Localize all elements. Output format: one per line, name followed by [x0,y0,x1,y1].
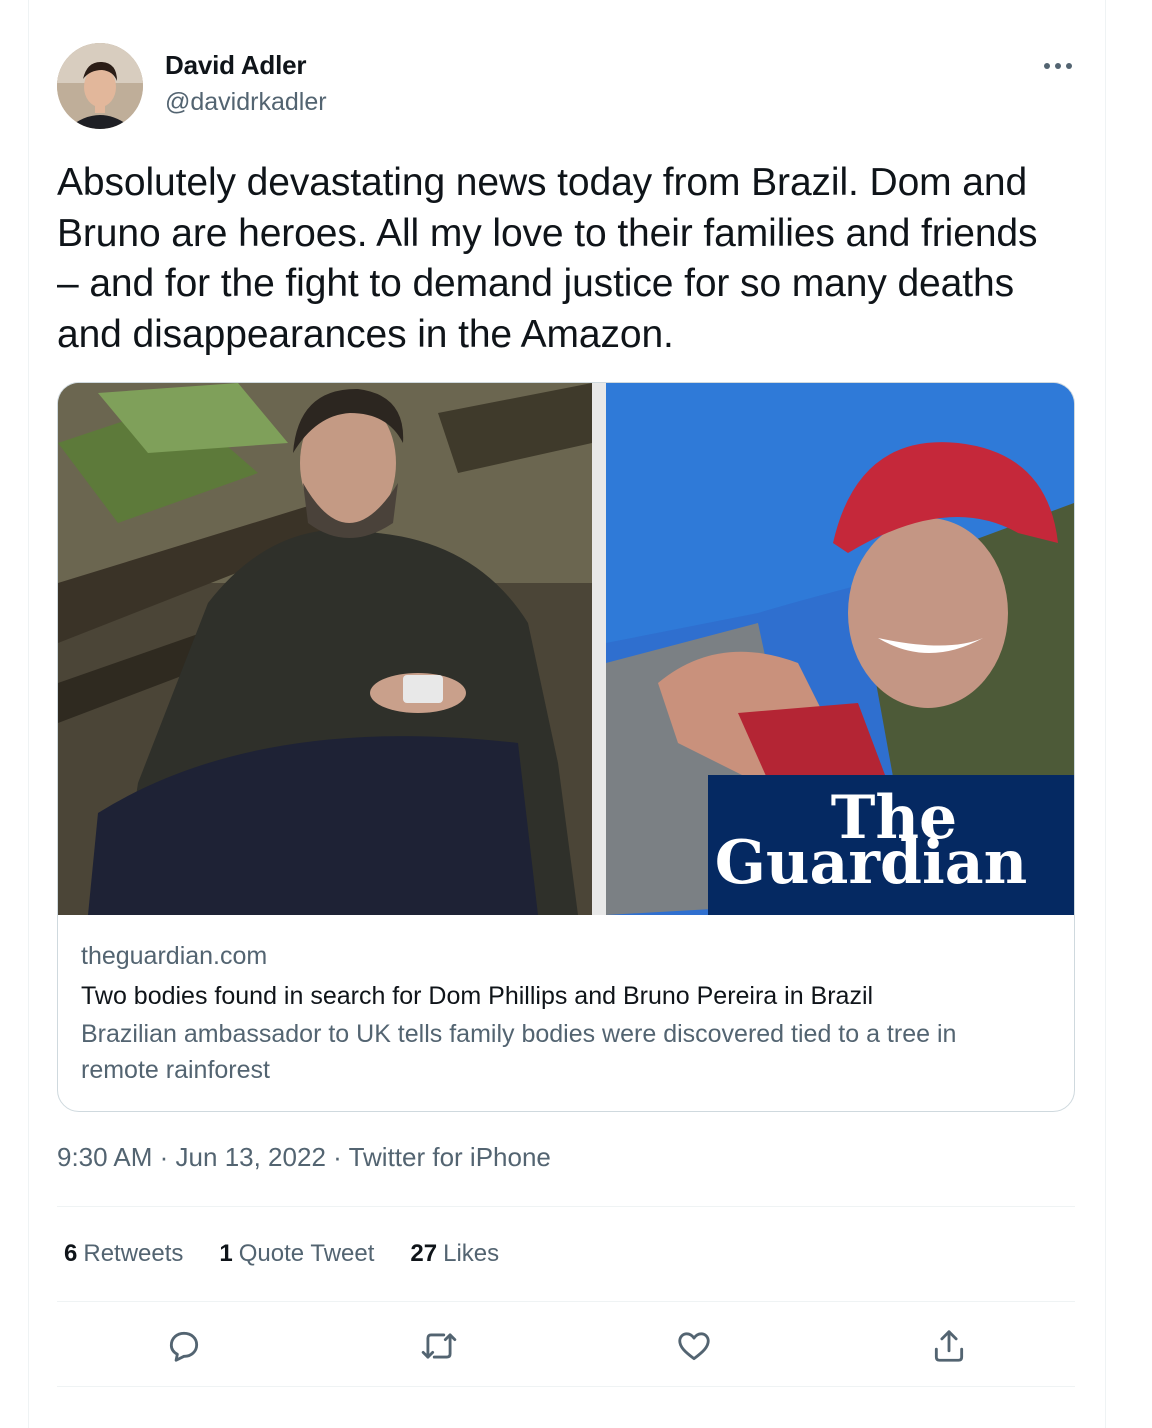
share-icon[interactable] [925,1322,973,1370]
likes-count: 27 [410,1240,438,1267]
meta-separator: · [333,1142,342,1172]
quote-tweets-stat[interactable]: 1 Quote Tweet [219,1240,374,1268]
card-description: Brazilian ambassador to UK tells family … [81,1020,957,1084]
author-avatar[interactable] [57,43,143,129]
divider [57,1301,1075,1302]
card-title: Two bodies found in search for Dom Phill… [81,982,874,1010]
avatar-photo-icon [57,43,143,129]
card-domain: theguardian.com [81,942,268,970]
author-handle[interactable]: @davidrkadler [165,88,327,117]
retweet-icon[interactable] [415,1322,463,1370]
retweets-count: 6 [64,1240,78,1267]
retweets-label: Retweets [83,1240,184,1267]
quotes-label: Quote Tweet [238,1240,375,1267]
guardian-logo-line2: Guardian [715,828,1028,898]
tweet-source[interactable]: Twitter for iPhone [349,1142,551,1172]
tweet-stats: 6 Retweets 1 Quote Tweet 27 Likes [64,1240,499,1268]
divider [57,1386,1075,1387]
retweets-stat[interactable]: 6 Retweets [64,1240,183,1268]
quotes-count: 1 [219,1240,233,1267]
meta-separator: · [159,1142,169,1172]
tweet-meta: 9:30 AM · Jun 13, 2022 · Twitter for iPh… [57,1142,551,1173]
tweet-date[interactable]: Jun 13, 2022 [176,1142,326,1172]
more-options-icon[interactable] [1040,52,1076,80]
tweet-text: Absolutely devastating news today from B… [57,161,1038,356]
divider [57,1206,1075,1207]
action-bar [57,1322,1075,1370]
author-name[interactable]: David Adler [165,50,307,81]
like-icon[interactable] [670,1322,718,1370]
reply-icon[interactable] [160,1322,208,1370]
tweet-time[interactable]: 9:30 AM [57,1142,152,1172]
card-image[interactable]: The Guardian [58,383,1074,915]
likes-stat[interactable]: 27 Likes [410,1240,499,1268]
likes-label: Likes [443,1240,500,1267]
link-card[interactable]: The Guardian theguardian.com Two bodies … [57,382,1075,1112]
card-body[interactable]: theguardian.com Two bodies found in sear… [81,938,1041,1088]
